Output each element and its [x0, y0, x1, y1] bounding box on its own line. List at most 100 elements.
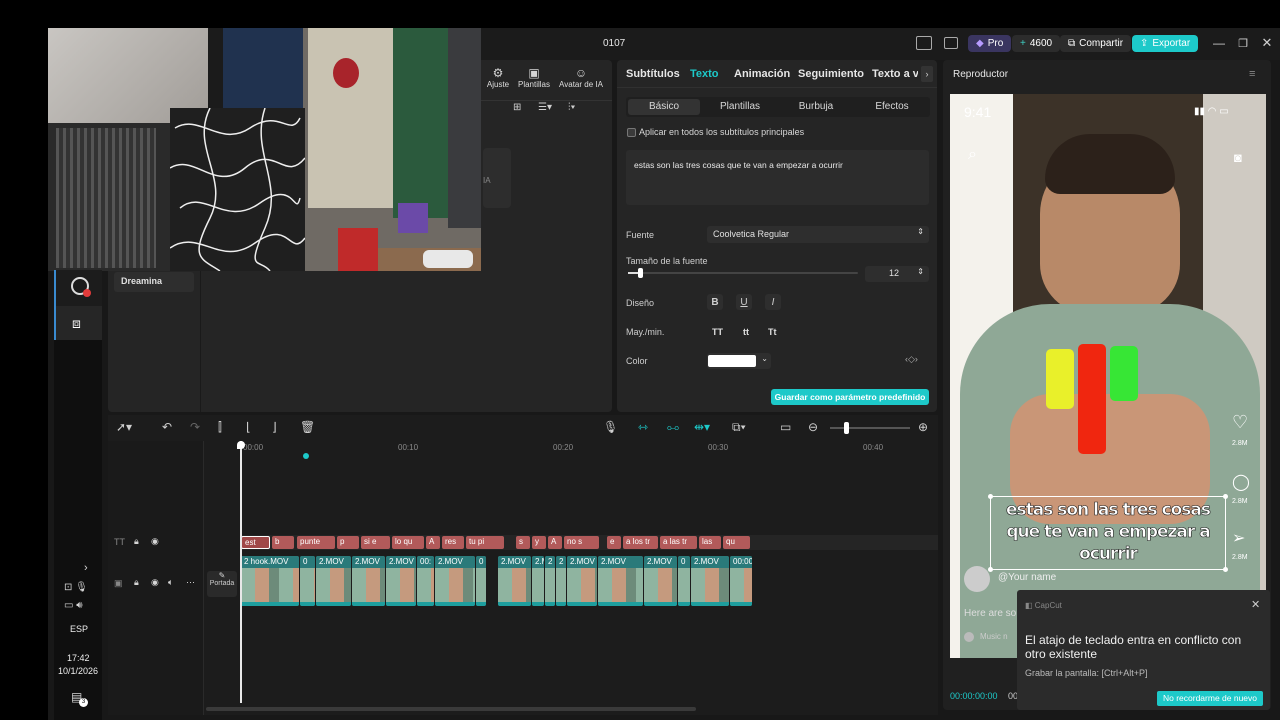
video-clip[interactable]: 2.MOV	[567, 556, 597, 606]
color-picker[interactable]: ⌄	[707, 353, 771, 369]
keyboard-icon[interactable]	[944, 37, 958, 49]
playhead-handle[interactable]	[237, 441, 245, 449]
video-clip[interactable]: 2.MOV	[644, 556, 677, 606]
zoom-slider[interactable]	[830, 422, 910, 434]
video-clip[interactable]: 2 hook.MOV	[241, 556, 299, 606]
plantillas-tool[interactable]: ▣ Plantillas	[516, 66, 552, 89]
eye-icon[interactable]: ◉	[151, 577, 159, 588]
tab-texto-a-voz[interactable]: Texto a voz	[872, 68, 918, 80]
video-clip[interactable]: 0	[476, 556, 486, 606]
avatar-ia-tool[interactable]: ☺ Avatar de IA	[556, 66, 606, 89]
link-clips-icon[interactable]: ⇹▾	[694, 420, 710, 434]
chevron-right-icon[interactable]: ›	[921, 66, 933, 82]
zoom-slider-knob[interactable]	[844, 422, 849, 434]
subtitle-icon[interactable]: ▭	[780, 420, 791, 434]
tab-seguimiento[interactable]: Seguimiento	[798, 68, 864, 80]
keyframe-icon[interactable]: ‹◇›	[905, 354, 918, 365]
video-clip[interactable]: 2.MOV	[352, 556, 385, 606]
video-clip[interactable]: 00:00	[730, 556, 752, 606]
subtab-efectos[interactable]: Efectos	[856, 101, 928, 112]
text-clip[interactable]: y	[532, 536, 546, 549]
language-indicator[interactable]: ESP	[70, 624, 88, 634]
case-title-button[interactable]: Tt	[768, 327, 777, 337]
media-card[interactable]: IA	[483, 148, 511, 208]
zoom-out-icon[interactable]: ⊖	[808, 420, 818, 434]
video-clip[interactable]: 2.MOV	[691, 556, 729, 606]
case-lower-button[interactable]: tt	[743, 327, 749, 337]
video-preview[interactable]: 9:41 ▮▮ ◠ ▭ ⌕ ◙ ♡ 2.8M ◯ 2.8M ➢ 2.8M est…	[950, 94, 1266, 658]
timeline-scrollbar[interactable]	[206, 707, 696, 711]
italic-button[interactable]: I	[765, 294, 781, 310]
tab-texto[interactable]: Texto	[690, 68, 719, 80]
more-icon[interactable]: ⋯	[186, 577, 195, 588]
video-clip[interactable]: 0	[300, 556, 315, 606]
text-clip[interactable]: a las tr	[660, 536, 697, 549]
marker-dot[interactable]	[303, 453, 309, 459]
cover-button[interactable]: ✎ Portada	[207, 571, 237, 597]
close-icon[interactable]: ✕	[1260, 35, 1274, 51]
subtab-basico[interactable]: Básico	[628, 99, 700, 115]
text-input[interactable]: estas son las tres cosas que te van a em…	[626, 150, 929, 205]
pro-badge[interactable]: ◆ Pro	[968, 35, 1012, 52]
export-button[interactable]: ⇪ Exportar	[1132, 35, 1199, 52]
text-clip[interactable]: p	[337, 536, 359, 549]
text-clip[interactable]: las	[699, 536, 721, 549]
playhead[interactable]	[237, 441, 245, 703]
trim-left-icon[interactable]: ⌊	[246, 420, 251, 434]
video-clip[interactable]: 0	[678, 556, 690, 606]
share-button[interactable]: ⧉ Compartir	[1060, 35, 1132, 52]
text-clip[interactable]: A	[548, 536, 562, 549]
magnet-icon[interactable]: ⧟	[667, 420, 679, 435]
microphone-icon[interactable]: 🎙	[603, 420, 618, 434]
tab-animacion[interactable]: Animación	[734, 68, 790, 80]
toast-dismiss-button[interactable]: No recordarme de nuevo	[1157, 691, 1263, 706]
caption-selection-box[interactable]: estas son las tres cosas que te van a em…	[988, 494, 1228, 572]
subtab-burbuja[interactable]: Burbuja	[780, 101, 852, 112]
video-clip[interactable]: 2.MOV	[435, 556, 475, 606]
split-icon[interactable]: ⫿	[218, 420, 222, 435]
text-clip[interactable]: punte	[297, 536, 335, 549]
redo-icon[interactable]: ↷	[190, 420, 200, 434]
size-slider-knob[interactable]	[637, 268, 643, 278]
bold-button[interactable]: B	[707, 294, 723, 310]
text-clip[interactable]: a los tr	[623, 536, 658, 549]
subtab-plantillas[interactable]: Plantillas	[704, 101, 776, 112]
tray-icons[interactable]: ⊡ 🎙︎	[64, 582, 88, 593]
text-clip[interactable]: b	[272, 536, 294, 549]
text-clip[interactable]: tu pi	[466, 536, 504, 549]
minimize-icon[interactable]: —	[1212, 35, 1226, 51]
taskbar-app-capcut[interactable]: ⧈	[54, 306, 102, 340]
toast-close-icon[interactable]: ✕	[1251, 598, 1260, 611]
video-clip[interactable]: 2.MOV	[498, 556, 531, 606]
dreamina-item[interactable]: Dreamina	[114, 272, 194, 292]
video-clip[interactable]: 00:	[417, 556, 434, 606]
text-clip[interactable]: est	[241, 536, 270, 549]
size-stepper[interactable]: 12 ⇕	[865, 266, 929, 282]
save-preset-button[interactable]: Guardar como parámetro predefinido	[771, 389, 929, 405]
video-clip[interactable]: 2.MOV	[598, 556, 643, 606]
size-slider[interactable]	[628, 268, 858, 278]
delete-icon[interactable]: 🗑	[300, 420, 315, 434]
timeline-ruler[interactable]: 00:00 00:10 00:20 00:30 00:40	[241, 441, 938, 455]
text-clip[interactable]: no s	[564, 536, 599, 549]
notification-icon[interactable]: ▤ 3	[71, 690, 88, 707]
menu-icon[interactable]: ≡	[1249, 68, 1255, 80]
lock-icon[interactable]: 🔒︎	[134, 536, 139, 547]
underline-button[interactable]: U	[736, 294, 752, 310]
layout-icon[interactable]	[916, 36, 932, 50]
sort-icon[interactable]: ☰▾	[538, 102, 552, 113]
filter-icon[interactable]: ⫶▾	[568, 102, 575, 113]
trim-right-icon[interactable]: ⌋	[272, 420, 277, 434]
undo-icon[interactable]: ↶	[162, 420, 172, 434]
handle[interactable]	[1223, 494, 1228, 499]
credits-badge[interactable]: + 4600	[1012, 35, 1061, 52]
ajuste-tool[interactable]: ⚙ Ajuste	[483, 66, 513, 89]
taskbar-app-recording[interactable]	[54, 270, 102, 306]
video-clip[interactable]: 2.MOV	[386, 556, 416, 606]
clock-time[interactable]: 17:42	[67, 653, 90, 663]
video-clip[interactable]: 2	[556, 556, 566, 606]
chevron-right-icon[interactable]: ›	[84, 562, 88, 574]
text-clip[interactable]: e	[607, 536, 621, 549]
video-clip[interactable]: 2	[545, 556, 555, 606]
text-clip[interactable]: qu	[723, 536, 750, 549]
